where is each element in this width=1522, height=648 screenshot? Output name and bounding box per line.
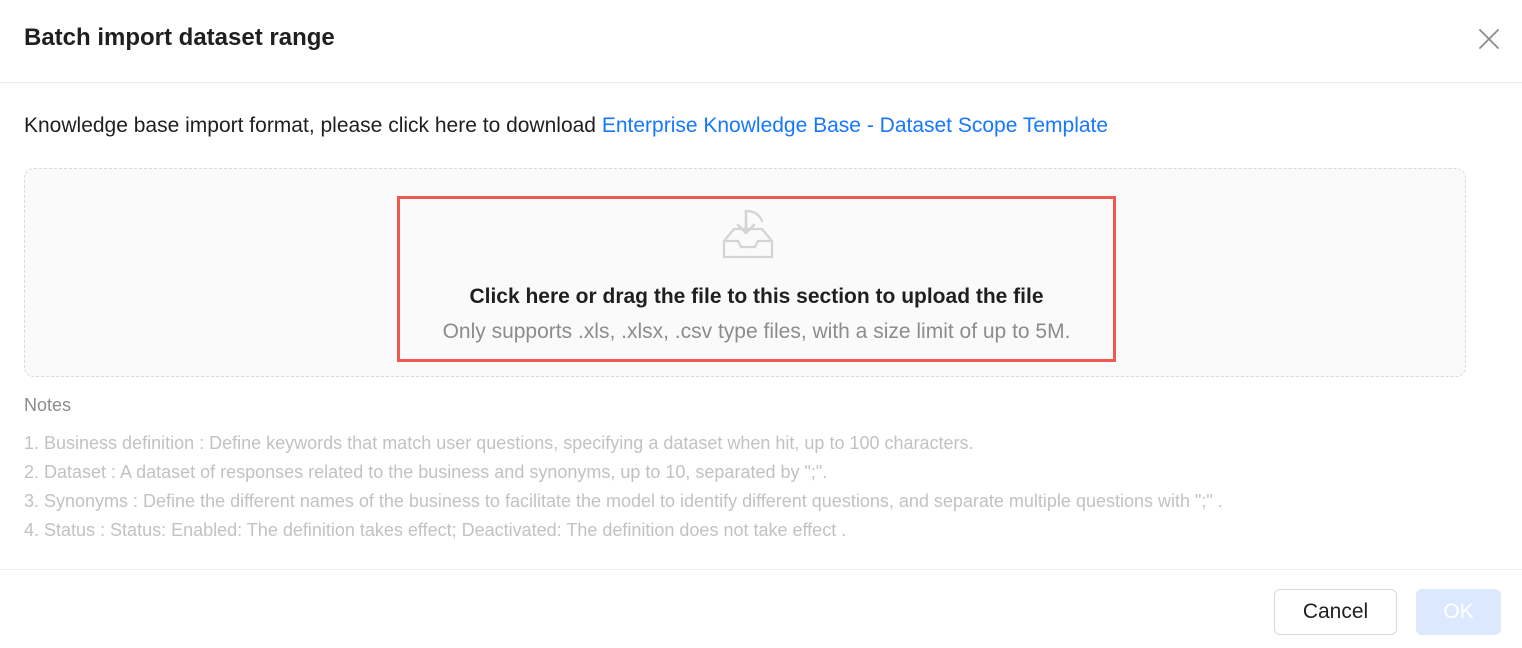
ok-button[interactable]: OK xyxy=(1416,589,1501,635)
cancel-button[interactable]: Cancel xyxy=(1274,589,1397,635)
note-item: 1. Business definition : Define keywords… xyxy=(24,433,974,453)
upload-hint: Only supports .xls, .xlsx, .csv type fil… xyxy=(442,320,1071,343)
download-template-link[interactable]: Enterprise Knowledge Base - Dataset Scop… xyxy=(602,114,1108,137)
notes-list: 1. Business definition : Define keywords… xyxy=(24,429,1223,545)
upload-area-highlight[interactable]: Click here or drag the file to this sect… xyxy=(397,196,1116,362)
note-item: 4. Status : Status: Enabled: The definit… xyxy=(24,520,847,540)
upload-title: Click here or drag the file to this sect… xyxy=(469,285,1044,308)
close-button[interactable] xyxy=(1474,24,1504,54)
dialog-footer: Cancel OK xyxy=(0,569,1522,648)
import-format-text: Knowledge base import format, please cli… xyxy=(24,112,1108,140)
dialog-title: Batch import dataset range xyxy=(24,24,335,51)
batch-import-dialog: Batch import dataset range Knowledge bas… xyxy=(0,0,1522,648)
inbox-download-icon xyxy=(722,209,774,259)
close-icon xyxy=(1479,29,1499,49)
notes-title: Notes xyxy=(24,395,72,415)
note-item: 2. Dataset : A dataset of responses rela… xyxy=(24,462,828,482)
dialog-header: Batch import dataset range xyxy=(0,0,1522,83)
note-item: 3. Synonyms : Define the different names… xyxy=(24,491,1223,511)
import-format-label: Knowledge base import format, please cli… xyxy=(24,114,602,137)
